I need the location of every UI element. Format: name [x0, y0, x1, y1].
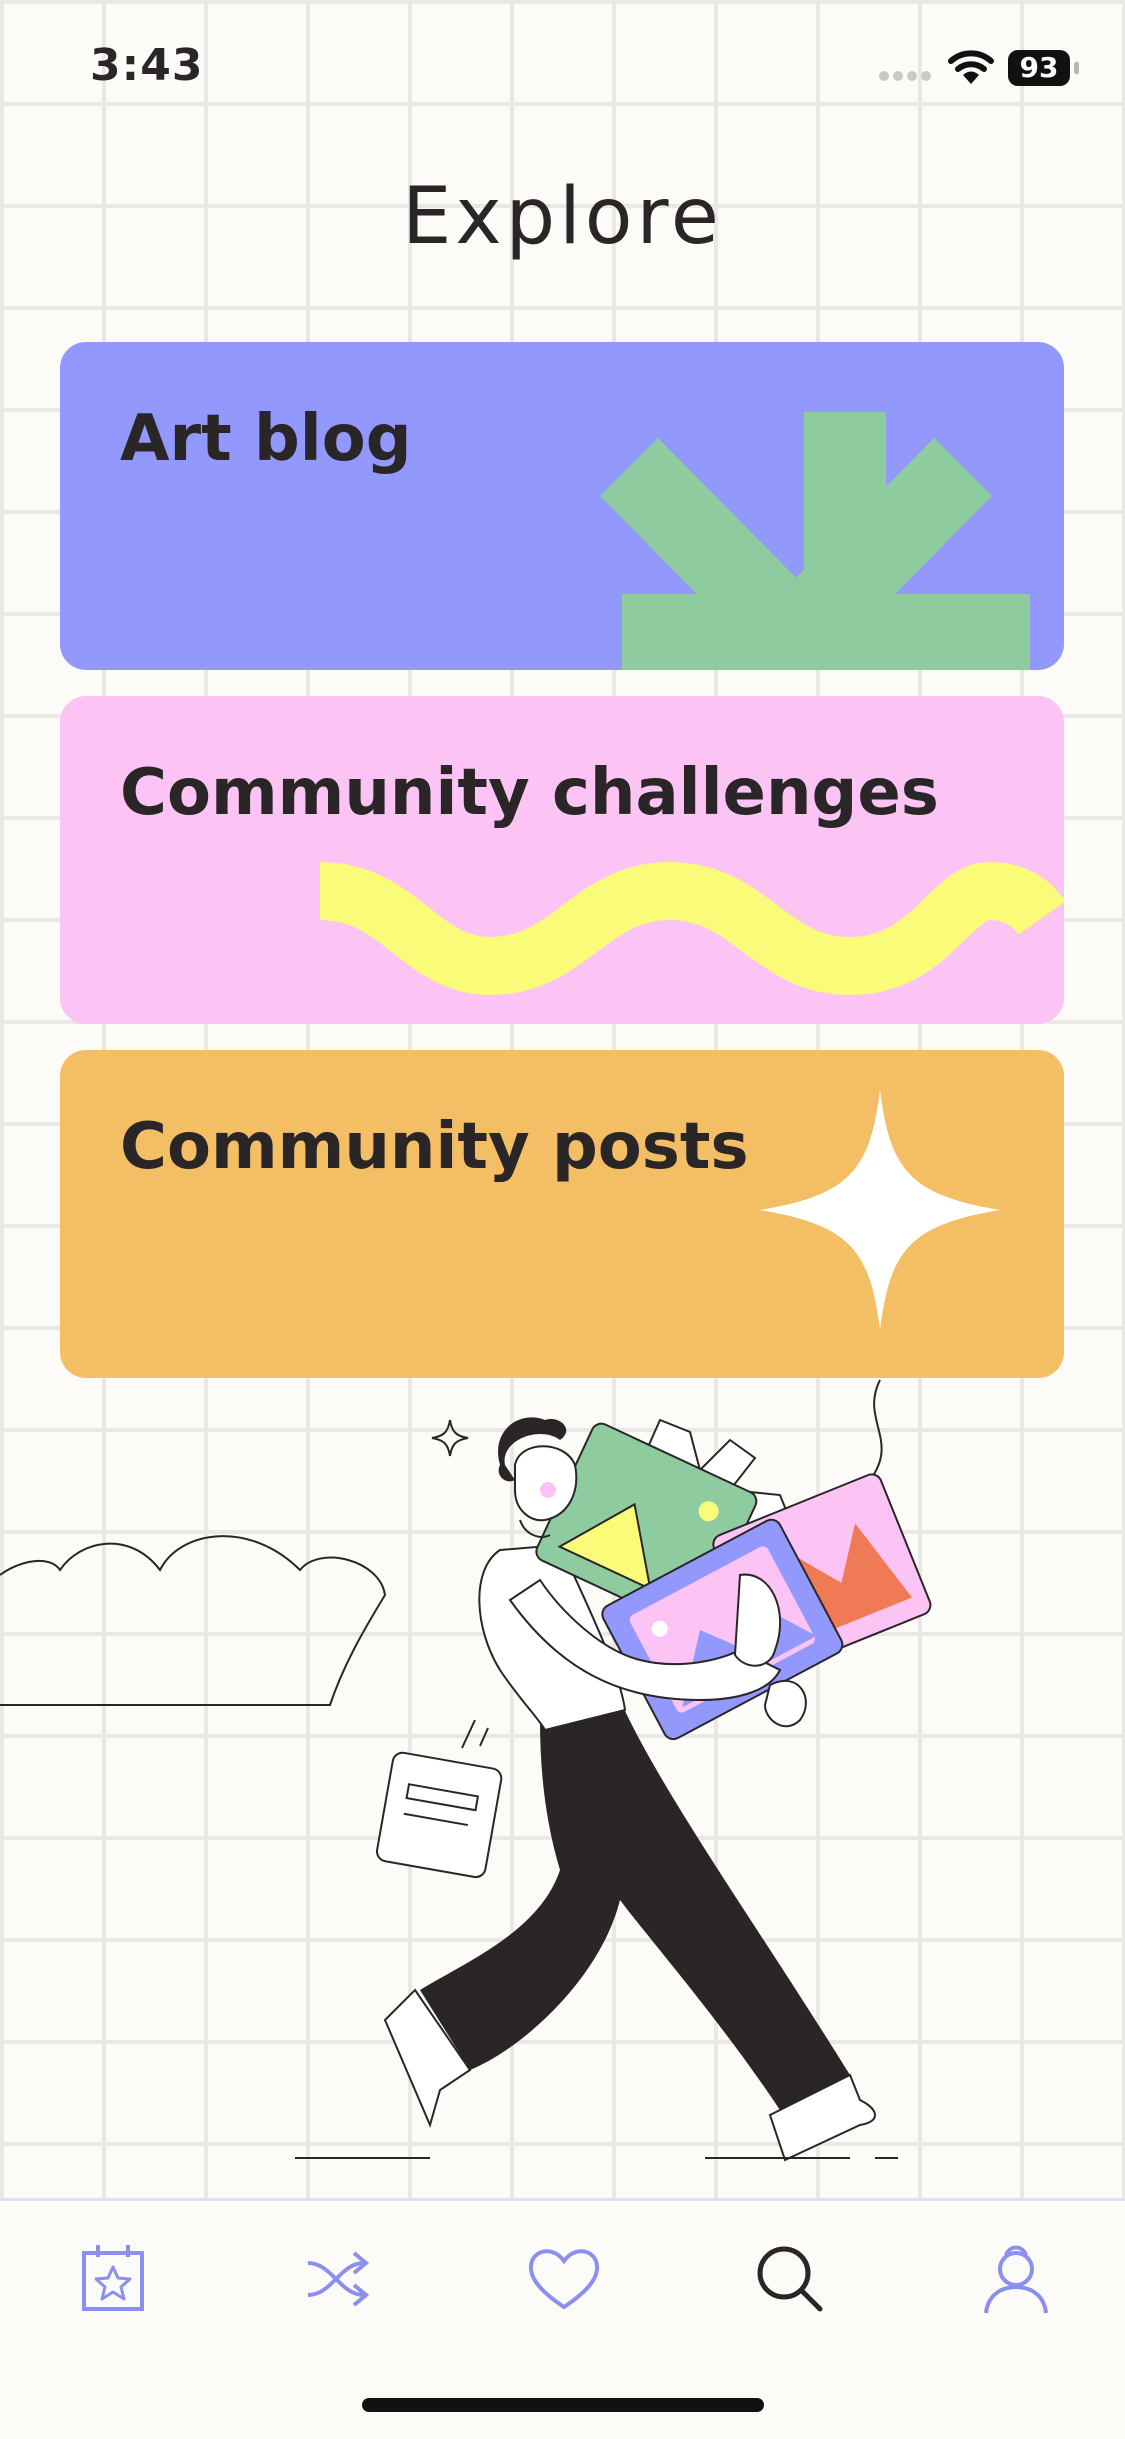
sparkle-icon: [760, 1090, 1000, 1330]
art-blog-label: Art blog: [120, 402, 412, 476]
profile-icon[interactable]: [976, 2239, 1056, 2319]
cellular-signal-icon: [879, 71, 931, 81]
squiggle-icon: [318, 861, 1064, 996]
community-posts-label: Community posts: [120, 1110, 749, 1184]
home-indicator: [362, 2398, 764, 2412]
starburst-icon: [600, 412, 1030, 670]
community-posts-card[interactable]: Community posts: [60, 1050, 1064, 1378]
person-carrying-pictures-illustration: [0, 1379, 932, 2162]
status-bar: 3:43 93: [0, 0, 1125, 140]
heart-icon[interactable]: [524, 2239, 604, 2319]
battery-level: 93: [1008, 50, 1070, 86]
battery-icon: 93: [1008, 50, 1080, 88]
art-blog-card[interactable]: Art blog: [60, 342, 1064, 670]
calendar-star-icon[interactable]: [74, 2239, 154, 2319]
page-title: Explore: [402, 172, 723, 262]
status-time: 3:43: [90, 40, 204, 91]
community-challenges-label: Community challenges: [120, 756, 939, 830]
wifi-icon: [948, 50, 994, 84]
community-challenges-card[interactable]: Community challenges: [60, 696, 1064, 1024]
shuffle-icon[interactable]: [300, 2239, 380, 2319]
search-icon[interactable]: [750, 2239, 830, 2319]
